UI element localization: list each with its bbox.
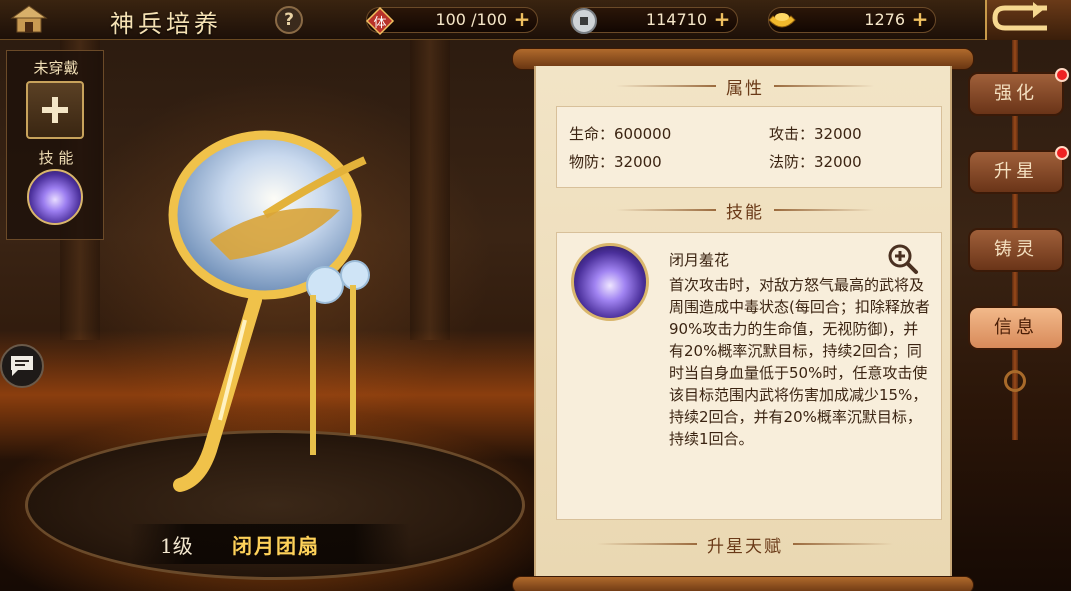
tab-enhance[interactable]: 强化 — [968, 72, 1064, 116]
gold-resource: 1276 + — [768, 7, 936, 33]
skill-name: 闭月羞花 — [669, 251, 730, 269]
skill-header: 技能 — [536, 198, 954, 223]
home-icon[interactable] — [6, 2, 52, 38]
skill-label: 技 能 — [38, 149, 74, 167]
divider — [597, 543, 697, 545]
attributes-box: 生命：600000 攻击：32000 物防：32000 法防：32000 — [556, 106, 942, 188]
back-button[interactable] — [985, 0, 1071, 40]
round-fan-artwork — [168, 130, 370, 492]
star-talent-header: 升星天赋 — [536, 532, 954, 557]
attr-attack: 攻击：32000 — [769, 125, 862, 143]
notification-dot — [1055, 68, 1069, 82]
star-talent-title: 升星天赋 — [707, 536, 783, 557]
add-gold-button[interactable]: + — [910, 9, 930, 30]
divider — [774, 209, 874, 211]
attr-hp: 生命：600000 — [569, 125, 672, 143]
stamina-label: 体 — [373, 15, 387, 31]
silver-value: 114710 — [645, 10, 707, 29]
weapon-name: 闭月团扇 — [232, 534, 320, 558]
stamina-icon: 体 — [363, 4, 397, 38]
skill-title: 技能 — [726, 202, 764, 223]
tab-forge-spirit[interactable]: 铸灵 — [968, 228, 1064, 272]
gold-ingot-icon — [765, 4, 799, 38]
info-scroll-panel[interactable]: 属性 生命：600000 攻击：32000 物防：32000 法防：32000 … — [534, 66, 952, 580]
stamina-value: 100 /100 — [435, 10, 507, 29]
gold-value: 1276 — [864, 10, 905, 29]
rope-ring — [1004, 370, 1026, 392]
scroll-bottom-roller — [512, 576, 974, 591]
chat-bubble-icon — [11, 356, 33, 376]
skill-description: 首次攻击时，对敌方怒气最高的武将及周围造成中毒状态(每回合；扣除释放者90%攻击… — [669, 276, 930, 448]
help-button[interactable]: ? — [275, 6, 303, 34]
tab-star-up[interactable]: 升星 — [968, 150, 1064, 194]
chat-button[interactable] — [0, 344, 44, 388]
divider — [616, 85, 716, 87]
weapon-level: 1级 — [160, 534, 193, 558]
equip-panel: 未穿戴 技 能 — [6, 50, 104, 240]
page-title: 神兵培养 — [110, 10, 222, 38]
equip-add-button[interactable] — [26, 81, 84, 139]
attr-physical-def: 物防：32000 — [569, 153, 662, 171]
attributes-title: 属性 — [726, 78, 764, 99]
lotus-skill-icon[interactable] — [571, 243, 649, 321]
add-silver-button[interactable]: + — [712, 9, 732, 30]
zoom-in-icon[interactable] — [887, 243, 919, 275]
top-bar: 神兵培养 ? 体 100 /100 + 114710 + 1276 + — [0, 0, 1071, 40]
back-arrow-icon — [992, 2, 1047, 31]
silver-coin-icon — [567, 4, 601, 38]
attributes-header: 属性 — [536, 74, 954, 99]
divider — [616, 209, 716, 211]
attr-magic-def: 法防：32000 — [769, 153, 862, 171]
divider — [774, 85, 874, 87]
plus-icon — [42, 97, 68, 123]
silver-resource: 114710 + — [570, 7, 738, 34]
divider — [793, 543, 893, 545]
stamina-resource: 体 100 /100 + — [365, 6, 538, 36]
lotus-skill-icon[interactable] — [27, 169, 83, 225]
notification-dot — [1055, 146, 1069, 160]
skill-box: 闭月羞花 首次攻击时，对敌方怒气最高的武将及周围造成中毒状态(每回合；扣除释放者… — [556, 232, 942, 520]
tab-info[interactable]: 信息 — [968, 306, 1064, 350]
add-stamina-button[interactable]: + — [512, 9, 532, 30]
unequipped-label: 未穿戴 — [33, 59, 79, 77]
